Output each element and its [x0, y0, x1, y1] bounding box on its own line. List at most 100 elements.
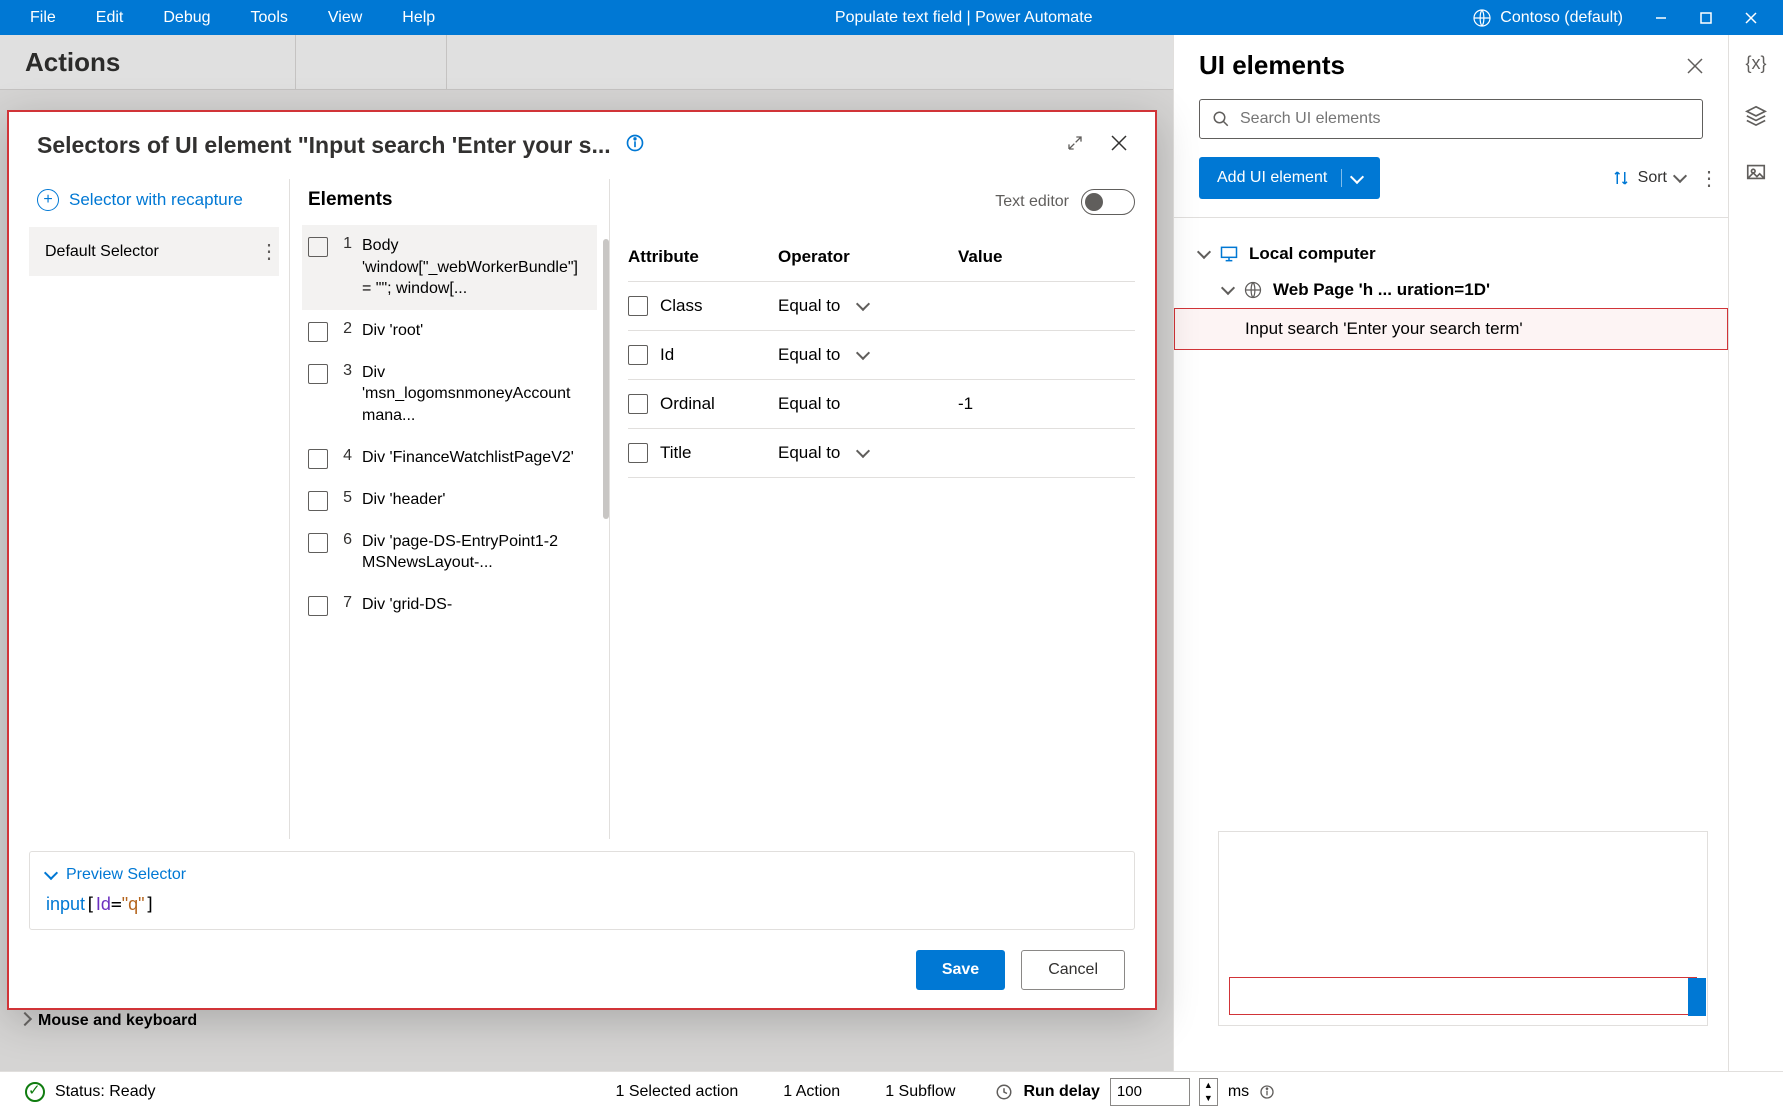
menubar: File Edit Debug Tools View Help Populate…: [0, 0, 1783, 35]
elements-header: Elements: [308, 189, 392, 211]
category-mouse-keyboard[interactable]: Mouse and keyboard: [20, 1012, 197, 1030]
attribute-row[interactable]: Title Equal to: [628, 428, 1135, 478]
tenant-icon: [1472, 8, 1492, 28]
globe-icon: [1243, 280, 1263, 300]
clock-icon: [995, 1083, 1013, 1101]
text-editor-toggle[interactable]: Text editor: [995, 189, 1135, 215]
status-ok-icon: [25, 1082, 45, 1102]
window-close[interactable]: [1728, 0, 1773, 35]
add-ui-element-button[interactable]: Add UI element: [1199, 157, 1380, 199]
selected-action-count: 1 Selected action: [616, 1083, 739, 1101]
col-value: Value: [958, 247, 1135, 267]
menu-file[interactable]: File: [10, 1, 76, 35]
chevron-down-icon: [1197, 245, 1211, 259]
chevron-down-icon[interactable]: [856, 297, 870, 311]
menu-debug[interactable]: Debug: [143, 1, 230, 35]
scrollbar[interactable]: [603, 239, 609, 519]
tree-local-computer[interactable]: Local computer: [1199, 236, 1703, 272]
chevron-right-icon: [18, 1012, 32, 1026]
images-icon[interactable]: [1745, 161, 1767, 188]
ui-elements-search[interactable]: [1199, 99, 1703, 139]
menu-help[interactable]: Help: [382, 1, 455, 35]
menu-tools[interactable]: Tools: [231, 1, 308, 35]
attribute-row[interactable]: Ordinal Equal to -1: [628, 379, 1135, 429]
sort-button[interactable]: Sort: [1612, 169, 1685, 187]
checkbox[interactable]: [628, 345, 648, 365]
attribute-row[interactable]: Id Equal to: [628, 330, 1135, 380]
checkbox[interactable]: [628, 443, 648, 463]
preview-highlight: [1229, 977, 1697, 1015]
checkbox[interactable]: [628, 296, 648, 316]
delay-input[interactable]: [1110, 1078, 1190, 1106]
elements-column: Elements 1Body 'window["_webWorkerBundle…: [289, 179, 610, 839]
checkbox[interactable]: [308, 596, 328, 616]
element-row[interactable]: 1Body 'window["_webWorkerBundle"] = ""; …: [302, 225, 597, 310]
chevron-down-icon[interactable]: [1341, 169, 1362, 187]
info-icon[interactable]: [1259, 1084, 1275, 1100]
element-row[interactable]: 6Div 'page-DS-EntryPoint1-2 MSNewsLayout…: [302, 521, 597, 584]
attributes-column: Text editor Attribute Operator Value Cla…: [610, 179, 1135, 839]
attribute-row[interactable]: Class Equal to: [628, 281, 1135, 331]
delay-spinner[interactable]: ▲▼: [1199, 1078, 1218, 1106]
checkbox[interactable]: [308, 449, 328, 469]
chevron-down-icon: [1673, 169, 1687, 183]
checkbox[interactable]: [308, 491, 328, 511]
dialog-close-icon[interactable]: [1111, 135, 1127, 156]
search-icon: [1212, 110, 1230, 128]
info-icon[interactable]: [625, 133, 645, 158]
selectors-dialog: Selectors of UI element "Input search 'E…: [7, 110, 1157, 1010]
checkbox[interactable]: [308, 237, 328, 257]
computer-icon: [1219, 244, 1239, 264]
chevron-down-icon: [1221, 281, 1235, 295]
checkbox[interactable]: [628, 394, 648, 414]
action-count: 1 Action: [783, 1083, 840, 1101]
layers-icon[interactable]: [1745, 104, 1767, 131]
checkbox[interactable]: [308, 533, 328, 553]
plus-circle-icon: +: [37, 189, 59, 211]
save-button[interactable]: Save: [916, 950, 1005, 990]
checkbox[interactable]: [308, 322, 328, 342]
checkbox[interactable]: [308, 364, 328, 384]
ui-elements-title: UI elements: [1199, 50, 1345, 81]
chevron-down-icon: [44, 866, 58, 880]
preview-selector-toggle[interactable]: Preview Selector: [46, 866, 1118, 884]
selectors-list: + Selector with recapture Default Select…: [29, 179, 289, 839]
subflow-count: 1 Subflow: [885, 1083, 955, 1101]
menu-view[interactable]: View: [308, 1, 382, 35]
tree-web-page[interactable]: Web Page 'h ... uration=1D': [1199, 272, 1703, 308]
default-selector-item[interactable]: Default Selector: [29, 227, 279, 276]
statusbar: Status: Ready 1 Selected action 1 Action…: [0, 1071, 1783, 1111]
cancel-button[interactable]: Cancel: [1021, 950, 1125, 990]
tree-selected-element[interactable]: Input search 'Enter your search term': [1174, 308, 1728, 350]
more-icon[interactable]: [259, 239, 263, 264]
selector-with-recapture[interactable]: + Selector with recapture: [29, 179, 279, 221]
element-preview: [1218, 831, 1708, 1026]
element-row[interactable]: 3Div 'msn_logomsnmoneyAccount mana...: [302, 352, 597, 437]
run-delay: Run delay ▲▼ ms: [995, 1078, 1275, 1106]
panel-close-icon[interactable]: [1687, 50, 1703, 81]
element-row[interactable]: 5Div 'header': [302, 479, 597, 521]
preview-selector-text: input[Id="q"]: [46, 894, 1118, 915]
expand-icon[interactable]: [1067, 135, 1083, 156]
menu-edit[interactable]: Edit: [76, 1, 144, 35]
window-title: Populate text field | Power Automate: [455, 9, 1472, 27]
chevron-down-icon[interactable]: [856, 444, 870, 458]
col-attribute: Attribute: [628, 247, 778, 267]
element-row[interactable]: 7Div 'grid-DS-: [302, 584, 597, 626]
window-minimize[interactable]: [1638, 0, 1683, 35]
dialog-title: Selectors of UI element "Input search 'E…: [37, 132, 611, 159]
ui-elements-search-input[interactable]: [1240, 110, 1690, 128]
variables-icon[interactable]: {x}: [1745, 53, 1766, 74]
toggle-switch[interactable]: [1081, 189, 1135, 215]
more-icon[interactable]: [1699, 166, 1703, 191]
element-row[interactable]: 2Div 'root': [302, 310, 597, 352]
col-operator: Operator: [778, 247, 958, 267]
right-icon-strip: {x}: [1728, 35, 1783, 1071]
tenant-label[interactable]: Contoso (default): [1472, 8, 1623, 28]
chevron-down-icon[interactable]: [856, 346, 870, 360]
sort-icon: [1612, 169, 1630, 187]
element-row[interactable]: 4Div 'FinanceWatchlistPageV2': [302, 437, 597, 479]
window-maximize[interactable]: [1683, 0, 1728, 35]
preview-selector-box: Preview Selector input[Id="q"]: [29, 851, 1135, 930]
status-text: Status: Ready: [55, 1083, 156, 1101]
